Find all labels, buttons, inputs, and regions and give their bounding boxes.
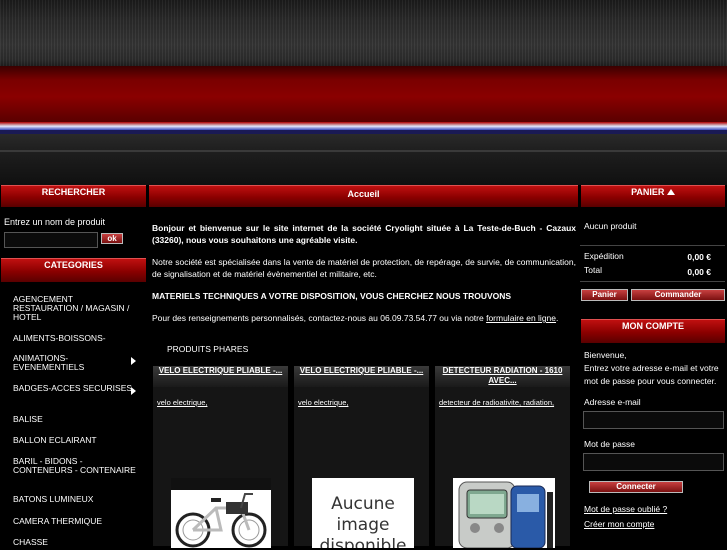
account-instructions: Entrez votre adresse e-mail et votre mot… <box>584 363 719 386</box>
search-input[interactable] <box>4 232 98 248</box>
product-title[interactable]: VELO ELECTRIQUE PLIABLE -... <box>294 366 429 387</box>
category-label: BALISE <box>13 414 43 424</box>
right-sidebar: PANIER Aucun produit Expédition 0,00 € T… <box>580 185 727 545</box>
product-card[interactable]: DETECTEUR RADIATION - 1610 AVEC... detec… <box>435 366 570 548</box>
category-label: ALIMENTS-BOISSONS- <box>13 333 106 343</box>
search-label: Entrez un nom de produit <box>4 217 106 227</box>
banner-red-band <box>0 66 727 122</box>
welcome-text: Bonjour et bienvenue sur le site interne… <box>152 223 576 245</box>
cart-button[interactable]: Panier <box>581 289 628 301</box>
product-desc[interactable]: velo electrique, <box>157 398 207 407</box>
category-label: CAMERA THERMIQUE <box>13 516 103 526</box>
category-item[interactable]: BALISE <box>0 415 146 427</box>
categories-header: CATEGORIES <box>1 258 146 282</box>
product-desc[interactable]: velo electrique, <box>298 398 348 407</box>
no-image-text: Aucune image disponible <box>319 494 407 548</box>
create-account-link[interactable]: Créer mon compte <box>584 519 654 529</box>
product-image[interactable] <box>453 478 555 548</box>
category-item[interactable]: AGENCEMENT RESTAURATION / MAGASIN / HOTE… <box>0 295 146 325</box>
forgot-password-link-wrap: Mot de passe oublié ? <box>584 503 667 516</box>
product-card[interactable]: VELO ELECTRIQUE PLIABLE -... velo electr… <box>153 366 288 548</box>
create-account-link-wrap: Créer mon compte <box>584 518 654 531</box>
email-field[interactable] <box>583 411 724 429</box>
category-item[interactable]: BADGES-ACCES SECURISES <box>0 384 146 404</box>
account-header: MON COMPTE <box>581 319 725 343</box>
category-item[interactable]: CAMERA THERMIQUE <box>0 517 146 529</box>
divider <box>580 281 725 282</box>
password-field[interactable] <box>583 453 724 471</box>
category-item[interactable]: BARIL - BIDONS - CONTENEURS - CONTENAIRE <box>0 457 146 487</box>
bike-icon <box>171 478 271 548</box>
login-button[interactable]: Connecter <box>589 481 683 493</box>
banner-texture <box>0 0 727 66</box>
order-button[interactable]: Commander <box>631 289 725 301</box>
category-label: BADGES-ACCES SECURISES <box>13 383 133 393</box>
search-ok-button[interactable]: ok <box>101 233 123 244</box>
total-label: Total <box>584 265 602 275</box>
product-card[interactable]: VELO ELECTRIQUE PLIABLE -... velo electr… <box>294 366 429 548</box>
search-header: RECHERCHER <box>1 185 146 207</box>
submenu-arrow-icon <box>131 357 136 365</box>
category-label: CHASSE <box>13 537 48 547</box>
cart-header: PANIER <box>581 185 725 207</box>
category-label: BALLON ECLAIRANT <box>13 435 97 445</box>
radiation-detector-icon <box>453 478 555 548</box>
featured-title: PRODUITS PHARES <box>167 344 249 354</box>
category-label: BARIL - BIDONS - CONTENEURS - CONTENAIRE <box>13 456 136 475</box>
contact-text-start: Pour des renseignements personnalisés, c… <box>152 313 487 323</box>
email-label: Adresse e-mail <box>584 397 641 407</box>
description-text: Notre société est spécialisée dans la ve… <box>152 257 576 279</box>
headline-text: MATERIELS TECHNIQUES A VOTRE DISPOSITION… <box>152 291 512 301</box>
category-item[interactable]: ANIMATIONS-EVENEMENTIELS <box>0 354 146 374</box>
product-title[interactable]: DETECTEUR RADIATION - 1610 AVEC... <box>435 366 570 387</box>
total-value: 0,00 € <box>687 267 711 277</box>
account-welcome: Bienvenue, <box>584 350 627 360</box>
page-title: Accueil <box>149 185 578 207</box>
cart-title: PANIER <box>631 187 665 197</box>
category-label: ANIMATIONS-EVENEMENTIELS <box>13 353 85 372</box>
category-label: BATONS LUMINEUX <box>13 494 94 504</box>
forgot-password-link[interactable]: Mot de passe oublié ? <box>584 504 667 514</box>
contact-form-link[interactable]: formulaire en ligne <box>486 313 556 323</box>
contact-text: Pour des renseignements personnalisés, c… <box>152 312 576 324</box>
submenu-arrow-icon <box>131 387 136 395</box>
category-item[interactable]: CHASSE <box>0 538 146 550</box>
shipping-value: 0,00 € <box>687 252 711 262</box>
category-label: AGENCEMENT RESTAURATION / MAGASIN / HOTE… <box>13 294 130 322</box>
left-sidebar: RECHERCHER Entrez un nom de produit ok C… <box>0 185 148 547</box>
banner-dark-band <box>0 134 727 185</box>
site-banner <box>0 0 727 185</box>
product-desc[interactable]: detecteur de radioativite, radiation, <box>439 398 554 407</box>
divider <box>580 245 725 246</box>
category-item[interactable]: BALLON ECLAIRANT <box>0 436 146 448</box>
chevron-up-icon <box>666 189 675 195</box>
shipping-label: Expédition <box>584 251 624 261</box>
category-item[interactable]: ALIMENTS-BOISSONS- <box>0 334 146 346</box>
product-title[interactable]: VELO ELECTRIQUE PLIABLE -... <box>153 366 288 387</box>
password-label: Mot de passe <box>584 439 636 449</box>
cart-empty-text: Aucun produit <box>584 221 637 231</box>
category-item[interactable]: BATONS LUMINEUX <box>0 495 146 507</box>
product-image-placeholder[interactable]: Aucune image disponible <box>312 478 414 548</box>
contact-text-end: . <box>556 313 559 323</box>
main-content: Accueil Bonjour et bienvenue sur le site… <box>149 185 579 548</box>
product-image[interactable] <box>171 478 271 548</box>
